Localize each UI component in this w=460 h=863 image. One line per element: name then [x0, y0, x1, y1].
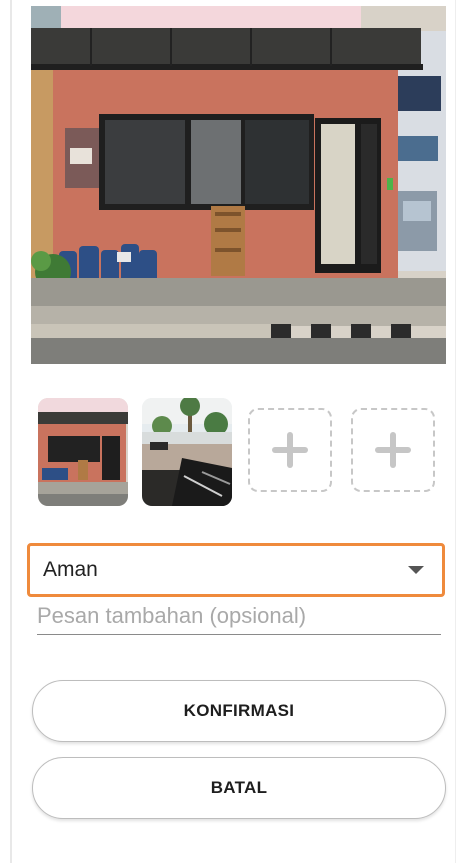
- main-photo[interactable]: [31, 6, 446, 364]
- right-border: [455, 0, 456, 863]
- report-form-screen: Aman KONFIRMASI BATAL: [0, 0, 460, 863]
- photo-thumbnails: [37, 398, 441, 508]
- plus-icon: [272, 432, 308, 468]
- confirm-button[interactable]: KONFIRMASI: [32, 680, 446, 742]
- status-select[interactable]: Aman: [27, 543, 445, 597]
- thumbnail-photo-2[interactable]: [142, 398, 232, 506]
- add-photo-button[interactable]: [248, 408, 332, 492]
- thumbnail-photo-1[interactable]: [38, 398, 128, 506]
- status-select-value: Aman: [43, 558, 98, 581]
- add-photo-button[interactable]: [351, 408, 435, 492]
- message-input[interactable]: [37, 600, 441, 632]
- plus-icon: [375, 432, 411, 468]
- cancel-button[interactable]: BATAL: [32, 757, 446, 819]
- left-border: [10, 0, 12, 863]
- message-field: [37, 600, 441, 635]
- caret-down-icon: [408, 566, 424, 574]
